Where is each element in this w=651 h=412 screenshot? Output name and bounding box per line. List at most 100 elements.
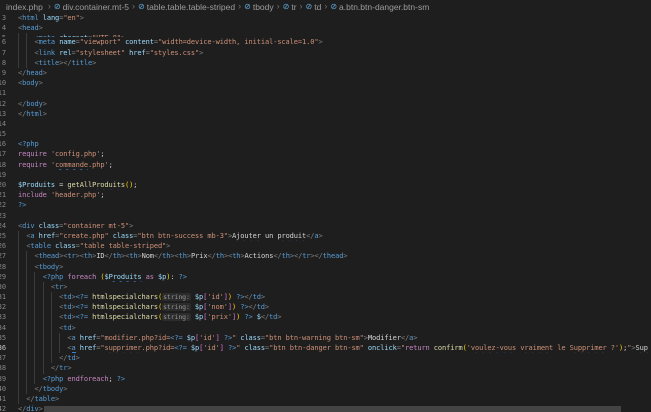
indent-guide: [34, 302, 35, 312]
line-number[interactable]: 11: [0, 88, 6, 98]
code-line[interactable]: 27 <thead><tr><th>ID</th><th>Nom</th><th…: [0, 251, 651, 261]
code-line[interactable]: 25 <a href="create.php" class="btn btn-s…: [0, 231, 651, 241]
line-number[interactable]: 22: [0, 200, 6, 210]
indent-guide: [43, 302, 44, 312]
line-number[interactable]: 40: [0, 384, 6, 394]
line-number[interactable]: 33: [0, 312, 6, 322]
breadcrumb-item[interactable]: ⊘a.btn.btn-danger.btn-sm: [330, 2, 429, 12]
code-line[interactable]: 15: [0, 129, 651, 139]
code-line[interactable]: 19: [0, 170, 651, 180]
line-number[interactable]: 29: [0, 272, 6, 282]
line-number[interactable]: 7: [0, 48, 6, 58]
code-line[interactable]: 18require 'commande.php';: [0, 160, 651, 170]
line-number[interactable]: 27: [0, 251, 6, 261]
line-number[interactable]: 37: [0, 353, 6, 363]
line-number[interactable]: 42: [0, 404, 6, 412]
line-number[interactable]: 34: [0, 323, 6, 333]
line-number[interactable]: 23: [0, 211, 6, 221]
line-number[interactable]: 17: [0, 149, 6, 159]
line-number[interactable]: 25: [0, 231, 6, 241]
code-line[interactable]: 41 </table>: [0, 394, 651, 404]
indent-guide: [18, 37, 19, 47]
code-line[interactable]: 26 <table class="table table-striped">: [0, 241, 651, 251]
breadcrumb-item[interactable]: ⊘tr: [283, 2, 297, 12]
code-line[interactable]: 22?>: [0, 200, 651, 210]
code-line[interactable]: 34 <td>: [0, 323, 651, 333]
code-line[interactable]: 8 <title></title>: [0, 58, 651, 68]
line-number[interactable]: 28: [0, 262, 6, 272]
line-number[interactable]: 15: [0, 129, 6, 139]
code-line[interactable]: 3<html lang="en">: [0, 13, 651, 23]
line-number[interactable]: 18: [0, 160, 6, 170]
line-number[interactable]: 26: [0, 241, 6, 251]
code-line[interactable]: 12</body>: [0, 99, 651, 109]
breadcrumb-item[interactable]: ⊘td: [306, 2, 322, 12]
code-line[interactable]: 28 <tbody>: [0, 262, 651, 272]
indent-guide: [34, 312, 35, 322]
code-line[interactable]: 30 <tr>: [0, 282, 651, 292]
breadcrumb-file[interactable]: index.php: [6, 2, 43, 12]
line-number[interactable]: 41: [0, 394, 6, 404]
breadcrumb-item[interactable]: ⊘tbody: [244, 2, 274, 12]
code-line[interactable]: 37 </td>: [0, 353, 651, 363]
line-number[interactable]: 38: [0, 363, 6, 373]
line-number[interactable]: 3: [0, 13, 6, 23]
breadcrumb-item[interactable]: ⊘div.container.mt-5: [54, 2, 129, 12]
code-line[interactable]: 4<head>: [0, 23, 651, 33]
code-line[interactable]: 29 <?php foreach ($Produits as $p): ?>: [0, 272, 651, 282]
code-token: confirm: [434, 344, 463, 352]
code-line[interactable]: 7 <link rel="stylesheet" href="styles.cs…: [0, 48, 651, 58]
code-line[interactable]: 24<div class="container mt-5">: [0, 221, 651, 231]
code-text: [18, 129, 651, 139]
line-number[interactable]: 24: [0, 221, 6, 231]
code-line[interactable]: 40 </tbody>: [0, 384, 651, 394]
code-line[interactable]: 9</head>: [0, 68, 651, 78]
code-line[interactable]: 38 </tr>: [0, 363, 651, 373]
code-line[interactable]: 32 <td><?= htmlspecialchars(string: $p['…: [0, 302, 651, 312]
code-line[interactable]: 33 <td><?= htmlspecialchars(string: $p['…: [0, 312, 651, 322]
code-line[interactable]: 21include 'header.php';: [0, 190, 651, 200]
indent-guide: [26, 272, 27, 282]
code-token: string:: [162, 293, 191, 301]
code-token: title: [72, 59, 93, 67]
code-line[interactable]: 36 <a href="supprimer.php?id=<?= $p['id'…: [0, 343, 651, 353]
code-line[interactable]: 17require 'config.php';: [0, 149, 651, 159]
indent-guide: [26, 374, 27, 384]
line-number[interactable]: 39: [0, 374, 6, 384]
code-token: ?>: [117, 375, 125, 383]
line-number[interactable]: 16: [0, 139, 6, 149]
line-number[interactable]: 6: [0, 37, 6, 47]
line-number[interactable]: 20: [0, 180, 6, 190]
line-number[interactable]: 21: [0, 190, 6, 200]
code-line[interactable]: 13</html>: [0, 109, 651, 119]
code-line[interactable]: 14: [0, 119, 651, 129]
line-number[interactable]: 12: [0, 99, 6, 109]
line-number[interactable]: 35: [0, 333, 6, 343]
line-number[interactable]: 14: [0, 119, 6, 129]
line-number[interactable]: 30: [0, 282, 6, 292]
code-token: class: [240, 334, 261, 342]
code-line[interactable]: 11: [0, 88, 651, 98]
code-line[interactable]: 23: [0, 211, 651, 221]
code-line[interactable]: 10<body>: [0, 78, 651, 88]
code-line[interactable]: 16<?php: [0, 139, 651, 149]
line-number[interactable]: 10: [0, 78, 6, 88]
line-number[interactable]: 31: [0, 292, 6, 302]
code-line[interactable]: 39 <?php endforeach; ?>: [0, 374, 651, 384]
line-number[interactable]: 19: [0, 170, 6, 180]
code-token: table: [30, 242, 51, 250]
code-line[interactable]: 35 <a href="modifier.php?id=<?= $p['id']…: [0, 333, 651, 343]
horizontal-scrollbar-thumb[interactable]: [44, 406, 621, 412]
breadcrumb-item[interactable]: ⊘table.table.table-striped: [138, 2, 235, 12]
code-line[interactable]: 31 <td><?= htmlspecialchars(string: $p['…: [0, 292, 651, 302]
indent-guide: [51, 323, 52, 333]
line-number[interactable]: 32: [0, 302, 6, 312]
line-number[interactable]: 8: [0, 58, 6, 68]
line-number[interactable]: 13: [0, 109, 6, 119]
code-line[interactable]: 6 <meta name="viewport" content="width=d…: [0, 37, 651, 47]
line-number[interactable]: 36: [0, 343, 6, 353]
code-line[interactable]: 20$Produits = getAllProduits();: [0, 180, 651, 190]
code-editor[interactable]: 3<html lang="en">4<head>5 <meta charset=…: [0, 13, 651, 412]
line-number[interactable]: 4: [0, 23, 6, 33]
line-number[interactable]: 9: [0, 68, 6, 78]
